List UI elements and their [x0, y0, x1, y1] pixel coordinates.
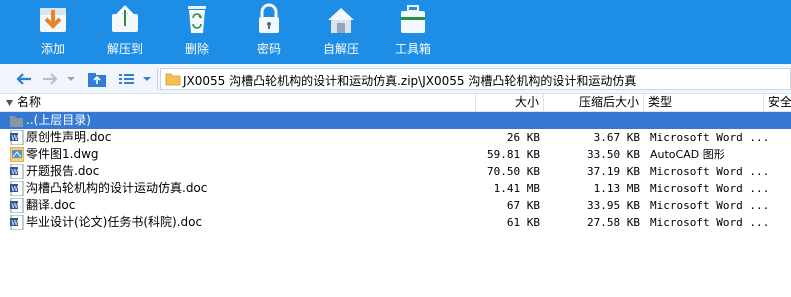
up-folder-icon[interactable] — [86, 69, 108, 89]
file-packed-size: 33.95 KB — [587, 199, 640, 212]
word-doc-icon: W — [10, 181, 24, 196]
file-type: AutoCAD 图形 — [650, 148, 725, 161]
svg-text:W: W — [11, 202, 18, 210]
svg-text:W: W — [11, 168, 18, 176]
svg-text:W: W — [11, 134, 18, 142]
type-column-label: 类型 — [648, 95, 673, 109]
file-name: 零件图1.dwg — [26, 147, 99, 161]
sort-down-icon — [6, 100, 13, 106]
delete-label: 删除 — [184, 42, 209, 56]
file-name: 沟槽凸轮机构的设计运动仿真.doc — [26, 181, 208, 195]
svg-text:W: W — [11, 185, 18, 193]
word-doc-icon: W — [10, 164, 24, 179]
packed-column-label: 压缩后大小 — [578, 95, 639, 109]
type-column-header[interactable]: 类型 — [644, 94, 764, 112]
file-size: 70.50 KB — [487, 165, 540, 178]
size-column-label: 大小 — [514, 95, 539, 109]
extract-to-label: 解压到 — [106, 42, 143, 56]
svg-text:W: W — [11, 219, 18, 227]
file-row[interactable]: W 沟槽凸轮机构的设计运动仿真.doc 1.41 MB 1.13 MB Micr… — [0, 180, 791, 197]
back-arrow-icon[interactable] — [14, 69, 34, 89]
self-extract-button[interactable]: 自解压 — [306, 0, 376, 64]
file-type: Microsoft Word ... — [650, 182, 770, 195]
file-packed-size: 1.13 MB — [593, 182, 640, 195]
file-list-header: 名称 大小 压缩后大小 类型 安全 — [0, 94, 791, 112]
password-label: 密码 — [256, 42, 281, 56]
delete-icon — [188, 6, 206, 33]
file-name: 开题报告.doc — [26, 164, 100, 178]
name-column-label: 名称 — [17, 95, 42, 109]
file-type: Microsoft Word ... — [650, 199, 770, 212]
file-row[interactable]: W 原创性声明.doc 26 KB 3.67 KB Microsoft Word… — [0, 129, 791, 146]
file-name: 翻译.doc — [26, 198, 76, 212]
file-size: 61 KB — [506, 216, 540, 229]
file-type: Microsoft Word ... — [650, 131, 770, 144]
dwg-file-icon — [10, 147, 24, 162]
file-name: 原创性声明.doc — [26, 130, 112, 144]
self-extract-icon — [328, 8, 354, 33]
packed-column-header[interactable]: 压缩后大小 — [544, 94, 644, 112]
parent-directory-label: ..(上层目录) — [26, 113, 91, 127]
toolbox-label: 工具箱 — [394, 42, 431, 56]
extract-to-icon — [112, 5, 138, 32]
file-type: Microsoft Word ... — [650, 165, 770, 178]
main-toolbar: 添加 解压到 删除 密码 自解压 工具箱 — [0, 0, 791, 64]
address-path-text: JX0055 沟槽凸轮机构的设计和运动仿真.zip\JX0055 沟槽凸轮机构的… — [183, 74, 637, 88]
word-doc-icon: W — [10, 215, 24, 230]
file-name: 毕业设计(论文)任务书(科院).doc — [26, 215, 203, 229]
security-column-header[interactable]: 安全 — [764, 94, 791, 112]
file-type: Microsoft Word ... — [650, 216, 770, 229]
file-size: 26 KB — [506, 131, 540, 144]
forward-arrow-icon[interactable] — [40, 69, 60, 89]
password-lock-icon — [259, 3, 279, 33]
add-archive-icon — [40, 8, 66, 32]
security-column-label: 安全 — [768, 95, 791, 109]
name-column-header[interactable]: 名称 — [0, 94, 476, 112]
toolbox-icon — [401, 5, 425, 33]
history-dropdown-icon[interactable] — [64, 69, 78, 89]
file-row[interactable]: W 翻译.doc 67 KB 33.95 KB Microsoft Word .… — [0, 197, 791, 214]
file-size: 67 KB — [506, 199, 540, 212]
parent-folder-icon — [10, 116, 23, 127]
file-packed-size: 27.58 KB — [587, 216, 640, 229]
toolbox-button[interactable]: 工具箱 — [378, 0, 448, 64]
file-packed-size: 37.19 KB — [587, 165, 640, 178]
self-extract-label: 自解压 — [322, 42, 359, 56]
add-button-label: 添加 — [40, 42, 65, 56]
file-packed-size: 3.67 KB — [593, 131, 640, 144]
file-row[interactable]: W 毕业设计(论文)任务书(科院).doc 61 KB 27.58 KB Mic… — [0, 214, 791, 231]
file-size: 59.81 KB — [487, 148, 540, 161]
size-column-header[interactable]: 大小 — [476, 94, 544, 112]
nav-separator — [157, 68, 158, 90]
view-dropdown-icon[interactable] — [140, 69, 154, 89]
folder-icon — [165, 73, 181, 86]
file-packed-size: 33.50 KB — [587, 148, 640, 161]
file-row[interactable]: 零件图1.dwg 59.81 KB 33.50 KB AutoCAD 图形 — [0, 146, 791, 163]
address-field[interactable]: JX0055 沟槽凸轮机构的设计和运动仿真.zip\JX0055 沟槽凸轮机构的… — [160, 68, 791, 90]
word-doc-icon: W — [10, 130, 24, 145]
extract-to-button[interactable]: 解压到 — [90, 0, 160, 64]
file-row[interactable]: W 开题报告.doc 70.50 KB 37.19 KB Microsoft W… — [0, 163, 791, 180]
password-button[interactable]: 密码 — [234, 0, 304, 64]
navigation-bar: JX0055 沟槽凸轮机构的设计和运动仿真.zip\JX0055 沟槽凸轮机构的… — [0, 64, 791, 94]
word-doc-icon: W — [10, 198, 24, 213]
parent-directory-row[interactable]: ..(上层目录) — [0, 112, 791, 129]
add-button[interactable]: 添加 — [18, 0, 88, 64]
delete-button[interactable]: 删除 — [162, 0, 232, 64]
view-list-icon[interactable] — [116, 69, 136, 89]
file-size: 1.41 MB — [493, 182, 540, 195]
